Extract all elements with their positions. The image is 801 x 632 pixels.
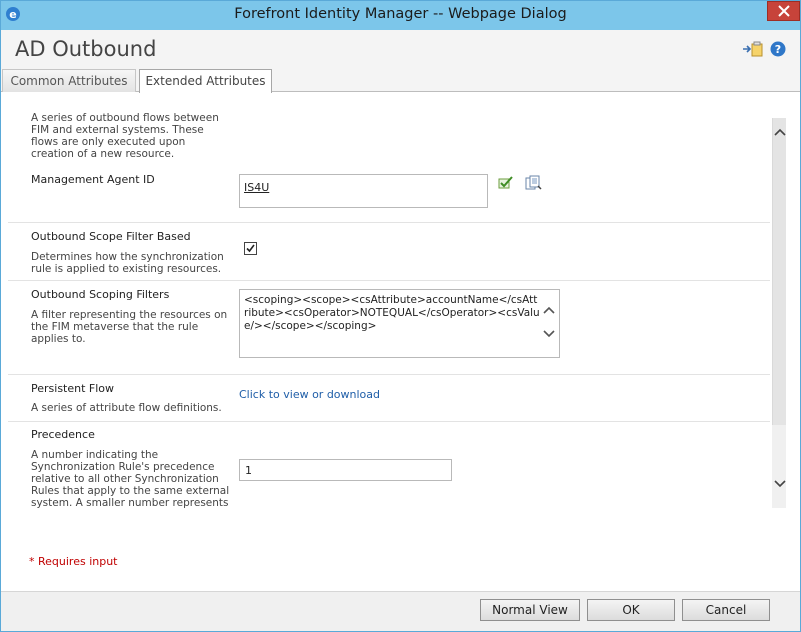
help-icon[interactable]: ? [770, 41, 786, 57]
management-agent-row: Management Agent ID IS4U [8, 165, 770, 223]
scope-filter-based-description: Determines how the synchronization rule … [31, 251, 224, 275]
scope-filter-checkbox[interactable] [244, 242, 257, 255]
close-button[interactable] [767, 1, 800, 21]
form-content: A series of outbound flows between FIM a… [8, 93, 786, 508]
cancel-button[interactable]: Cancel [682, 599, 770, 621]
ok-button[interactable]: OK [587, 599, 675, 621]
scope-filter-based-row: Outbound Scope Filter Based Determines h… [8, 223, 770, 281]
scope-filter-based-label: Outbound Scope Filter Based [31, 230, 191, 243]
persistent-flow-link[interactable]: Click to view or download [239, 388, 380, 401]
normal-view-button[interactable]: Normal View [480, 599, 580, 621]
window-title: Forefront Identity Manager -- Webpage Di… [234, 6, 567, 22]
textarea-scroll-up-icon[interactable] [543, 305, 555, 315]
scoping-filters-value: <scoping><scope><csAttribute>accountName… [244, 294, 540, 332]
outbound-flow-description: A series of outbound flows between FIM a… [31, 112, 219, 160]
dialog-header: AD Outbound ? [1, 30, 800, 69]
scoping-filters-row: Outbound Scoping Filters A filter repres… [8, 281, 770, 375]
textarea-scroll-down-icon[interactable] [543, 329, 555, 339]
management-agent-label: Management Agent ID [31, 173, 155, 186]
precedence-label: Precedence [31, 428, 95, 441]
persistent-flow-row: Persistent Flow A series of attribute fl… [8, 375, 770, 422]
persistent-flow-description: A series of attribute flow definitions. [31, 402, 222, 414]
scoping-filters-description: A filter representing the resources on t… [31, 309, 228, 345]
title-bar: e Forefront Identity Manager -- Webpage … [1, 1, 800, 30]
tab-strip: Common Attributes Extended Attributes [1, 69, 800, 93]
tab-common-attributes[interactable]: Common Attributes [2, 69, 136, 92]
dialog-footer: Normal View OK Cancel [1, 591, 800, 631]
persistent-flow-label: Persistent Flow [31, 382, 115, 395]
scroll-up-icon[interactable] [774, 127, 786, 137]
scroll-down-icon[interactable] [774, 479, 786, 489]
scoping-filters-label: Outbound Scoping Filters [31, 288, 170, 301]
export-icon[interactable] [742, 41, 764, 57]
check-name-icon[interactable] [498, 176, 514, 190]
scrollbar-thumb[interactable] [772, 118, 786, 425]
outbound-flow-row: A series of outbound flows between FIM a… [8, 93, 770, 165]
close-icon [778, 5, 790, 17]
dialog-window: e Forefront Identity Manager -- Webpage … [0, 0, 801, 632]
content-scrollbar[interactable] [772, 118, 786, 508]
svg-text:?: ? [775, 43, 781, 56]
management-agent-value: IS4U [244, 181, 270, 194]
precedence-row: Precedence A number indicating the Synch… [8, 422, 770, 508]
required-note: * Requires input [29, 555, 118, 568]
precedence-description: A number indicating the Synchronization … [31, 449, 230, 508]
browse-icon[interactable] [525, 175, 543, 191]
scoping-filters-textarea[interactable]: <scoping><scope><csAttribute>accountName… [239, 289, 560, 358]
management-agent-field[interactable]: IS4U [239, 174, 488, 208]
precedence-field[interactable]: 1 [239, 459, 452, 481]
precedence-value: 1 [245, 464, 252, 477]
page-title: AD Outbound [15, 37, 157, 61]
checkmark-icon [246, 244, 255, 253]
tab-extended-attributes[interactable]: Extended Attributes [139, 69, 272, 93]
